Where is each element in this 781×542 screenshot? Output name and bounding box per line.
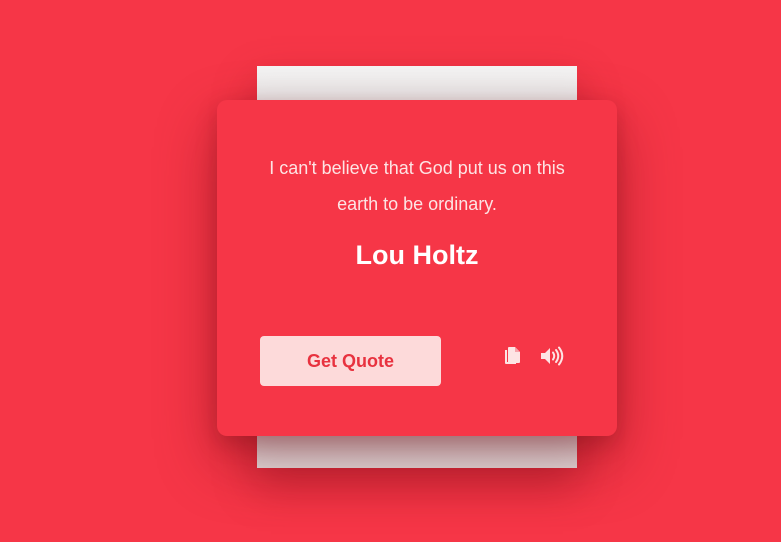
speaker-icon xyxy=(540,346,564,366)
quote-author: Lou Holtz xyxy=(355,240,479,270)
copy-icon xyxy=(503,346,525,366)
copy-button[interactable] xyxy=(503,345,525,367)
speak-button[interactable] xyxy=(540,345,564,367)
quote-card: I can't believe that God put us on this … xyxy=(217,100,617,436)
quote-text: I can't believe that God put us on this … xyxy=(269,158,565,214)
get-quote-button[interactable]: Get Quote xyxy=(260,336,441,386)
